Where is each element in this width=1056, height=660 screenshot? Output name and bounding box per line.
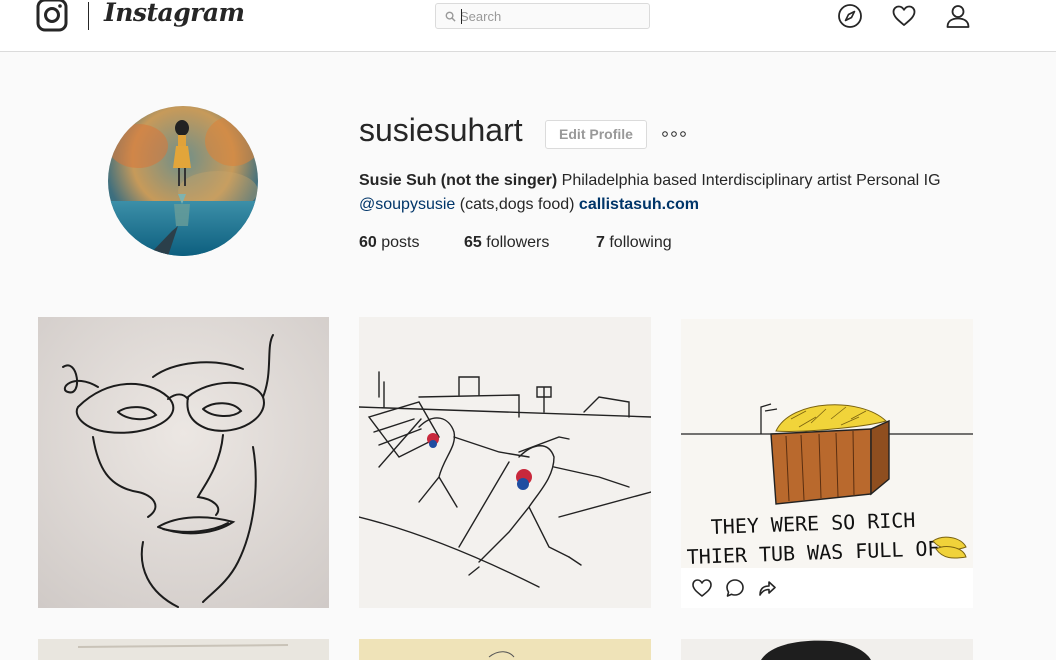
post-thumbnail[interactable]: [38, 317, 329, 608]
post-hover-actions: [681, 568, 973, 608]
like-heart-icon[interactable]: [691, 577, 713, 599]
search-input[interactable]: [460, 7, 640, 25]
profile-website-link[interactable]: callistasuh.com: [579, 196, 699, 213]
explore-compass-icon[interactable]: [837, 3, 863, 29]
post-thumbnail[interactable]: [681, 639, 973, 660]
profile-avatar[interactable]: [108, 106, 258, 256]
logo-divider: [88, 2, 89, 30]
search-icon: [445, 11, 456, 22]
profile-bio-line1: Susie Suh (not the singer) Philadelphia …: [359, 172, 941, 190]
comment-bubble-icon[interactable]: [724, 577, 746, 599]
top-navigation-bar: Instagram: [0, 0, 1056, 52]
text-caret: [461, 9, 462, 24]
instagram-logo-icon[interactable]: [36, 0, 68, 32]
instagram-wordmark[interactable]: Instagram: [104, 0, 245, 27]
edit-profile-button[interactable]: Edit Profile: [545, 120, 647, 149]
following-count-stat[interactable]: 7 following: [596, 234, 672, 252]
bio-text: Philadelphia based Interdisciplinary art…: [557, 172, 941, 189]
profile-full-name: Susie Suh (not the singer): [359, 172, 558, 189]
post-thumbnail[interactable]: [38, 639, 329, 660]
posts-count-stat: 60 posts: [359, 234, 420, 251]
bio-mention-link[interactable]: @soupysusie: [359, 196, 455, 213]
post-thumbnail[interactable]: [359, 639, 651, 660]
profile-username: susiesuhart: [359, 112, 523, 148]
followers-count-stat[interactable]: 65 followers: [464, 234, 549, 252]
profile-person-icon[interactable]: [945, 3, 971, 29]
bio-tail-text: (cats,dogs food): [455, 196, 579, 213]
share-arrow-icon[interactable]: [756, 577, 778, 599]
search-box[interactable]: [435, 3, 650, 29]
more-options-icon[interactable]: [660, 127, 690, 141]
post-thumbnail[interactable]: [359, 317, 651, 608]
post-thumbnail[interactable]: THEY WERE SO RICH THIER TUB WAS FULL OF: [681, 319, 973, 569]
profile-bio-line2: @soupysusie (cats,dogs food) callistasuh…: [359, 196, 699, 214]
heart-icon[interactable]: [891, 3, 917, 29]
